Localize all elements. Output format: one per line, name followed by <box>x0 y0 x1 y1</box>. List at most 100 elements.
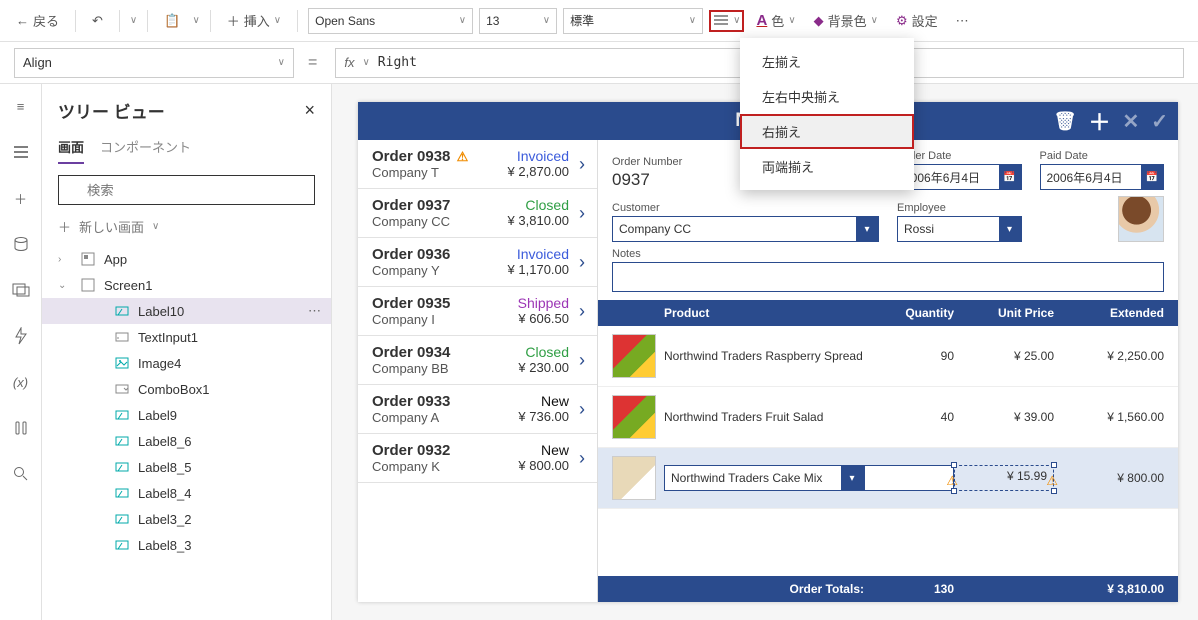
paste-chevron[interactable]: ∨ <box>192 15 199 26</box>
chevron-right-icon: › <box>579 350 585 371</box>
tree-view-panel: ツリー ビュー × 画面 コンポーネント ＋ 新しい画面 ∨ › App ⌄ S… <box>42 84 332 620</box>
rail-data-icon[interactable] <box>7 230 35 258</box>
check-icon[interactable]: ✓ <box>1151 109 1168 134</box>
new-screen-button[interactable]: ＋ 新しい画面 ∨ <box>42 211 331 242</box>
rail-search-icon[interactable] <box>7 460 35 488</box>
tree-node-control[interactable]: Label3_2 <box>42 506 331 532</box>
property-row: Align ∨ = fx ∨ Right <box>0 42 1198 84</box>
product-thumb <box>612 395 656 439</box>
back-arrow-icon: ← <box>16 13 29 28</box>
font-weight-value: 標準 <box>570 12 594 29</box>
font-family-select[interactable]: Open Sans ∨ <box>308 8 473 34</box>
line-header: Product Quantity Unit Price Extended <box>598 300 1178 326</box>
font-size-select[interactable]: 13 ∨ <box>479 8 557 34</box>
order-list-item[interactable]: Order 0938 ⚠Company TInvoiced¥ 2,870.00› <box>358 140 597 189</box>
plus-icon: ＋ <box>227 11 240 30</box>
rail-power-icon[interactable] <box>7 322 35 350</box>
tree-node-app[interactable]: › App <box>42 246 331 272</box>
align-menu-item[interactable]: 左揃え <box>740 44 914 79</box>
line-row[interactable]: Northwind Traders Raspberry Spread90¥ 25… <box>598 326 1178 387</box>
bucket-icon: ◆ <box>814 13 824 29</box>
tree-label: TextInput1 <box>138 330 198 345</box>
tree-search-input[interactable] <box>58 175 315 205</box>
lbl-employee: Employee <box>897 202 1022 214</box>
plus-icon: ＋ <box>58 217 71 236</box>
back-label: 戻る <box>33 11 59 30</box>
insert-button[interactable]: ＋ 挿入 ∨ <box>221 7 287 34</box>
align-menu-item[interactable]: 両端揃え <box>740 149 914 184</box>
more-icon[interactable]: ⋯ <box>308 303 321 319</box>
cancel-icon[interactable]: ✕ <box>1122 109 1139 134</box>
font-color-button[interactable]: A 色 ∨ <box>750 7 801 34</box>
align-menu-item[interactable]: 右揃え <box>740 114 914 149</box>
rail-tree-icon[interactable] <box>7 138 35 166</box>
paid-date-input[interactable]: 2006年6月4日📅 <box>1040 164 1165 190</box>
qty-input[interactable] <box>864 465 954 491</box>
line-row-selected[interactable]: Northwind Traders Cake Mix▾ ⚠ ¥ 15.99 ⚠ … <box>598 448 1178 509</box>
font-color-icon: A <box>756 12 767 29</box>
rail-media-icon[interactable] <box>7 276 35 304</box>
image-icon <box>114 355 130 371</box>
tab-components[interactable]: コンポーネント <box>100 131 191 164</box>
rail-plus-icon[interactable]: ＋ <box>7 184 35 212</box>
chevron-right-icon: › <box>579 252 585 273</box>
hdr-ext: Extended <box>1054 306 1164 320</box>
align-menu-item[interactable]: 左右中央揃え <box>740 79 914 114</box>
fill-color-button[interactable]: ◆ 背景色 ∨ <box>808 7 884 34</box>
tree-node-screen[interactable]: ⌄ Screen1 <box>42 272 331 298</box>
combobox-icon <box>114 381 130 397</box>
undo-button[interactable]: ↶ <box>86 9 109 33</box>
tab-screens[interactable]: 画面 <box>58 131 84 164</box>
qty-value: 40 <box>864 410 954 424</box>
tree-node-control[interactable]: Label8_6 <box>42 428 331 454</box>
tree-node-control[interactable]: Label9 <box>42 402 331 428</box>
paste-button[interactable]: 📋 <box>158 9 186 33</box>
undo-chevron[interactable]: ∨ <box>130 15 137 26</box>
tree-node-control[interactable]: ComboBox1 <box>42 376 331 402</box>
tree-node-control[interactable]: Label10⋯ <box>42 298 331 324</box>
product-combobox[interactable]: Northwind Traders Cake Mix▾ <box>664 465 864 491</box>
back-button[interactable]: ← 戻る <box>10 7 65 34</box>
order-detail: Order Number 0937 Order Status Closed▾ O… <box>598 140 1178 602</box>
rail-hamburger-icon[interactable]: ≡ <box>7 92 35 120</box>
insert-label: 挿入 <box>244 11 270 30</box>
new-screen-label: 新しい画面 <box>79 217 144 236</box>
product-thumb <box>612 456 656 500</box>
rail-variables-icon[interactable]: (x) <box>7 368 35 396</box>
align-icon <box>713 14 729 28</box>
rail-tests-icon[interactable] <box>7 414 35 442</box>
order-list-item[interactable]: Order 0933Company ANew¥ 736.00› <box>358 385 597 434</box>
close-icon[interactable]: × <box>304 100 315 121</box>
tree-node-control[interactable]: Label8_3 <box>42 532 331 558</box>
order-list-item[interactable]: Order 0935Company IShipped¥ 606.50› <box>358 287 597 336</box>
order-list-item[interactable]: Order 0937Company CCClosed¥ 3,810.00› <box>358 189 597 238</box>
tree-node-control[interactable]: TextInput1 <box>42 324 331 350</box>
lbl-order-date: Order Date <box>897 150 1022 162</box>
order-list-item[interactable]: Order 0934Company BBClosed¥ 230.00› <box>358 336 597 385</box>
property-select[interactable]: Align ∨ <box>14 48 294 78</box>
add-icon[interactable]: ＋ <box>1088 105 1110 137</box>
tree-node-control[interactable]: Label8_5 <box>42 454 331 480</box>
employee-select[interactable]: Rossi▾ <box>897 216 1022 242</box>
overflow-button[interactable]: ⋯ <box>950 9 975 33</box>
tree-label: Label3_2 <box>138 512 192 527</box>
lbl-order-number: Order Number <box>612 156 737 168</box>
settings-button[interactable]: ⚙ 設定 <box>890 7 944 34</box>
notes-input[interactable] <box>612 262 1164 292</box>
top-toolbar: ← 戻る ↶ ∨ 📋 ∨ ＋ 挿入 ∨ Open Sans ∨ 13 ∨ 標準 … <box>0 0 1198 42</box>
tree-node-control[interactable]: Image4 <box>42 350 331 376</box>
font-weight-select[interactable]: 標準 ∨ <box>563 8 703 34</box>
qty-value: 90 <box>864 349 954 363</box>
clipboard-icon: 📋 <box>164 13 180 29</box>
order-list-item[interactable]: Order 0936Company YInvoiced¥ 1,170.00› <box>358 238 597 287</box>
line-row[interactable]: Northwind Traders Fruit Salad40¥ 39.00¥ … <box>598 387 1178 448</box>
text-align-button[interactable]: ∨ <box>709 10 744 32</box>
order-list-item[interactable]: Order 0932Company KNew¥ 800.00› <box>358 434 597 483</box>
label-icon <box>114 511 130 527</box>
tree-node-control[interactable]: Label8_4 <box>42 480 331 506</box>
customer-select[interactable]: Company CC▾ <box>612 216 879 242</box>
tree-label: Image4 <box>138 356 181 371</box>
trash-icon[interactable]: 🗑 <box>1054 111 1077 132</box>
order-list[interactable]: Order 0938 ⚠Company TInvoiced¥ 2,870.00›… <box>358 140 598 602</box>
order-date-input[interactable]: 2006年6月4日📅 <box>897 164 1022 190</box>
